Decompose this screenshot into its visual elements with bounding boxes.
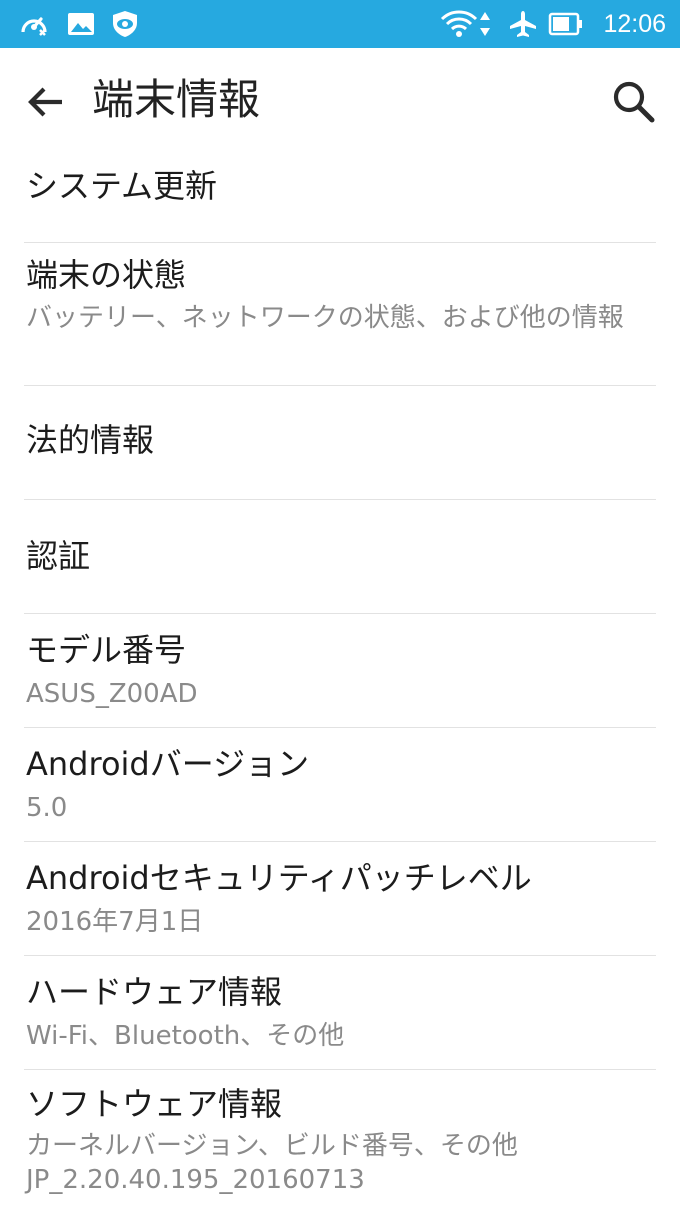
setting-label: ハードウェア情報 [26, 973, 283, 1011]
shield-eye-icon [113, 11, 137, 37]
setting-system-update[interactable]: システム更新 [24, 130, 656, 243]
airplane-icon [510, 11, 536, 37]
setting-label: Androidセキュリティパッチレベル [26, 859, 532, 897]
setting-label: 認証 [26, 537, 91, 575]
setting-model-number[interactable]: モデル番号 ASUS_Z00AD [24, 614, 656, 728]
setting-legal-info[interactable]: 法的情報 [24, 386, 656, 500]
setting-android-version[interactable]: Androidバージョン 5.0 [24, 728, 656, 842]
page-title: 端末情報 [92, 75, 261, 124]
back-arrow-icon[interactable] [22, 78, 70, 126]
setting-label: ソフトウェア情報 [26, 1085, 283, 1123]
image-icon [68, 13, 94, 35]
setting-device-status[interactable]: 端末の状態 バッテリー、ネットワークの状態、および他の情報 [24, 243, 656, 386]
setting-summary-build: JP_2.20.40.195_20160713 [26, 1165, 365, 1195]
setting-label: 法的情報 [26, 421, 155, 459]
settings-list: システム更新 端末の状態 バッテリー、ネットワークの状態、および他の情報 法的情… [0, 130, 680, 1208]
setting-label: 端末の状態 [26, 256, 187, 294]
search-icon[interactable] [608, 76, 660, 128]
setting-label: システム更新 [26, 167, 218, 205]
status-bar: 12:06 [0, 0, 680, 48]
setting-label: モデル番号 [26, 631, 187, 669]
data-arrows-icon [480, 12, 490, 36]
setting-certification[interactable]: 認証 [24, 500, 656, 614]
setting-summary: ASUS_Z00AD [26, 679, 198, 709]
setting-label: Androidバージョン [26, 745, 310, 783]
speed-icon [21, 17, 47, 36]
setting-summary: 5.0 [26, 793, 68, 823]
setting-security-patch[interactable]: Androidセキュリティパッチレベル 2016年7月1日 [24, 842, 656, 956]
setting-summary: カーネルバージョン、ビルド番号、その他 [26, 1131, 518, 1161]
setting-summary: Wi-Fi、Bluetooth、その他 [26, 1021, 345, 1051]
setting-software-info[interactable]: ソフトウェア情報 カーネルバージョン、ビルド番号、その他 JP_2.20.40.… [24, 1070, 656, 1208]
setting-summary: バッテリー、ネットワークの状態、および他の情報 [26, 303, 624, 333]
battery-icon [548, 12, 582, 36]
setting-hardware-info[interactable]: ハードウェア情報 Wi-Fi、Bluetooth、その他 [24, 956, 656, 1070]
status-time: 12:06 [603, 10, 666, 38]
setting-summary: 2016年7月1日 [26, 907, 204, 937]
wifi-icon [440, 10, 478, 37]
